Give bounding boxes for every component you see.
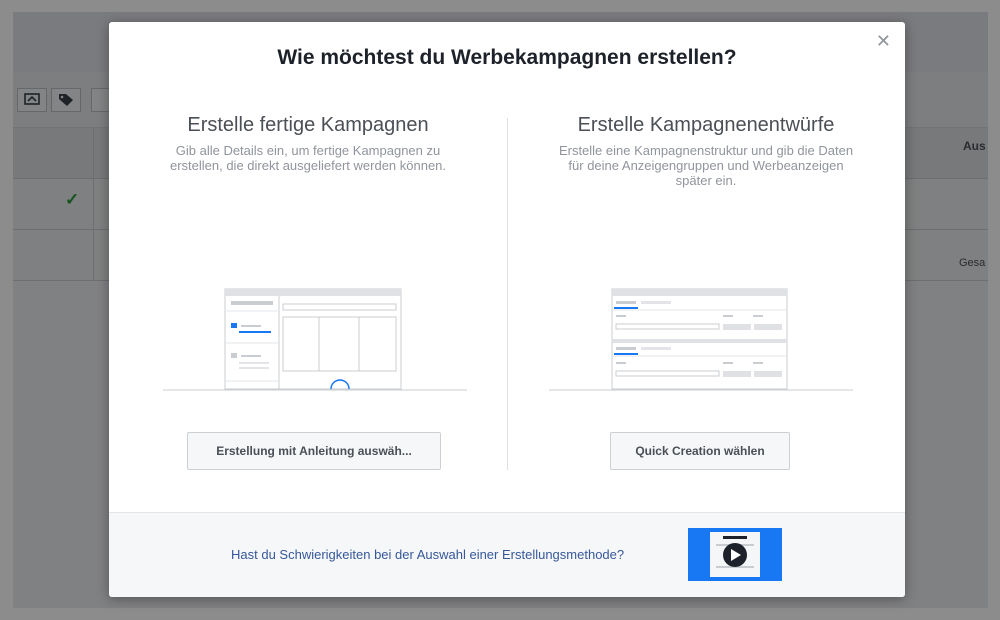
guided-creation-illustration xyxy=(163,288,467,391)
option-description: Erstelle eine Kampagnenstruktur und gib … xyxy=(558,143,854,188)
option-heading: Erstelle Kampagnenentwürfe xyxy=(577,114,835,136)
guided-creation-option: Erstelle fertige Kampagnen Gib alle Deta… xyxy=(109,114,507,173)
quick-creation-button[interactable]: Quick Creation wählen xyxy=(610,432,790,470)
option-description: Gib alle Details ein, um fertige Kampagn… xyxy=(169,143,447,173)
help-link[interactable]: Hast du Schwierigkeiten bei der Auswahl … xyxy=(231,547,624,562)
play-icon xyxy=(710,532,760,577)
quick-creation-option: Erstelle Kampagnenentwürfe Erstelle eine… xyxy=(507,114,905,188)
dialog-footer: Hast du Schwierigkeiten bei der Auswahl … xyxy=(109,512,905,597)
option-heading: Erstelle fertige Kampagnen xyxy=(187,114,429,136)
video-thumbnail[interactable] xyxy=(688,528,782,581)
creation-method-dialog: ✕ Wie möchtest du Werbekampagnen erstell… xyxy=(109,22,905,597)
quick-creation-illustration xyxy=(549,288,853,391)
dialog-title: Wie möchtest du Werbekampagnen erstellen… xyxy=(277,46,737,69)
guided-creation-button[interactable]: Erstellung mit Anleitung auswäh... xyxy=(187,432,441,470)
